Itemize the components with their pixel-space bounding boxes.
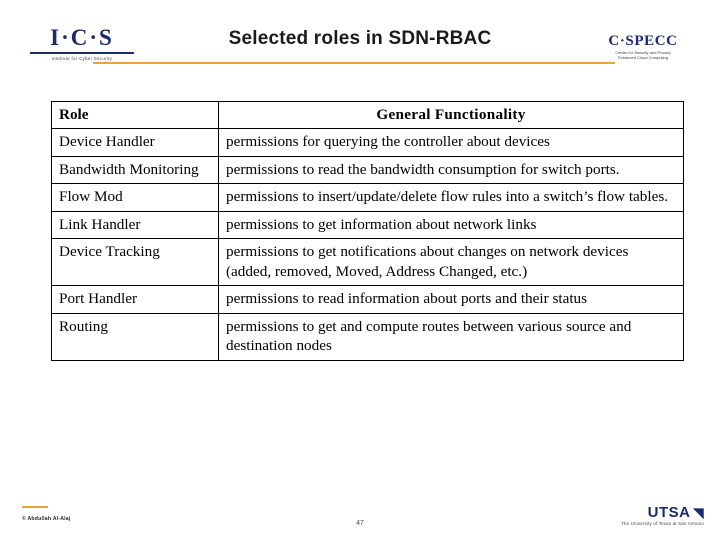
role-name: Link Handler [51,210,219,240]
roles-table-container: Role General Functionality Device Handle… [51,100,684,361]
role-name: Flow Mod [51,183,219,212]
role-functionality: permissions for querying the controller … [218,128,684,157]
role-name: Device Tracking [51,238,219,287]
ics-logo-subtitle: Institute for Cyber Security [51,56,113,62]
role-name: Port Handler [51,285,219,314]
table-row: Flow Mod permissions to insert/update/de… [51,183,684,212]
ics-logo-divider [30,52,134,55]
utsa-logo-subtitle: The University of Texas at San Antonio [621,521,704,526]
table-row: Device Handler permissions for querying … [51,128,684,157]
utsa-logo: UTSA ◥ The University of Texas at San Ant… [621,505,704,526]
page-title: Selected roles in SDN-RBAC [228,28,492,49]
table-row: Bandwidth Monitoring permissions to read… [51,155,684,185]
table-header-row: Role General Functionality [51,100,684,130]
table-header-role: Role [51,100,219,130]
role-functionality: permissions to get and compute routes be… [218,312,684,361]
table-row: Device Tracking permissions to get notif… [51,238,684,287]
role-functionality: permissions to get notifications about c… [218,238,684,287]
role-functionality: permissions to read information about po… [218,285,684,314]
roles-table: Role General Functionality Device Handle… [51,100,684,361]
role-functionality: permissions to get information about net… [218,210,684,240]
table-header-functionality: General Functionality [218,100,684,130]
cspecc-logo-subtitle-line2: Enhanced Cloud Computing [617,54,669,60]
role-name: Bandwidth Monitoring [51,155,219,185]
slide-number: 47 [356,520,364,527]
table-row: Link Handler permissions to get informat… [51,210,684,240]
footer-accent-rule [22,506,48,508]
title-underline-rule [93,62,615,64]
role-functionality: permissions to read the bandwidth consum… [218,155,684,185]
role-functionality: permissions to insert/update/delete flow… [218,183,684,212]
table-row: Routing permissions to get and compute r… [51,312,684,361]
table-row: Port Handler permissions to read informa… [51,285,684,314]
utsa-logo-text: UTSA [647,504,691,521]
utsa-roadrunner-icon: ◥ [693,505,704,520]
role-name: Device Handler [51,128,219,157]
role-name: Routing [51,312,219,361]
utsa-logo-mark: UTSA ◥ [621,505,704,520]
